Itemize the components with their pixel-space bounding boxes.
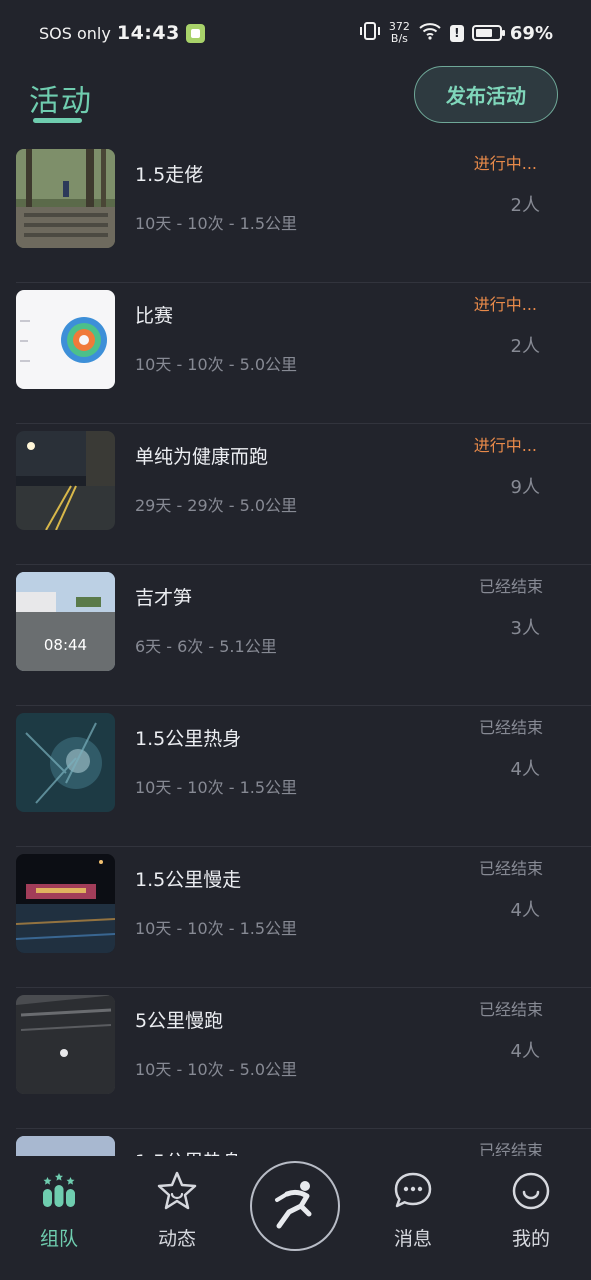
activity-status: 已经结束 xyxy=(478,718,543,737)
activity-thumbnail: 08:44 xyxy=(16,572,115,671)
activity-item[interactable]: 5公里慢跑 10天 - 10次 - 5.0公里 已经结束 4人 xyxy=(0,988,591,1129)
status-bar: SOS only 14:43 372 B/s ! 69% xyxy=(0,0,591,66)
activity-status: 已经结束 xyxy=(478,1141,543,1156)
activity-thumbnail xyxy=(16,149,115,248)
activity-status: 进行中... xyxy=(473,154,537,173)
activity-thumbnail xyxy=(16,713,115,812)
activity-title: 吉才笋 xyxy=(135,587,193,609)
activity-participants: 4人 xyxy=(510,759,540,780)
activity-meta: 10天 - 10次 - 1.5公里 xyxy=(135,778,298,797)
activity-participants: 9人 xyxy=(510,477,540,498)
activity-title: 1.5公里热身 xyxy=(135,728,242,750)
net-speed-unit: B/s xyxy=(390,32,408,45)
clock: 14:43 xyxy=(116,22,180,44)
battery-icon xyxy=(471,25,505,41)
activity-title: 1.5公里热身 xyxy=(135,1147,241,1156)
alert-icon: ! xyxy=(449,24,464,42)
nav-item-messages[interactable]: 消息 xyxy=(373,1170,453,1251)
activity-title: 单纯为健康而跑 xyxy=(135,446,269,468)
activity-thumbnail xyxy=(16,995,115,1094)
start-run-button[interactable] xyxy=(250,1161,340,1251)
activity-meta: 10天 - 10次 - 1.5公里 xyxy=(135,214,298,233)
activity-participants: 4人 xyxy=(510,900,540,921)
page-title[interactable]: 活动 xyxy=(29,76,93,120)
header: 活动 发布活动 xyxy=(0,66,591,142)
activity-title: 1.5公里慢走 xyxy=(135,869,242,891)
smiley-icon xyxy=(491,1170,571,1212)
activity-status: 进行中... xyxy=(473,295,537,314)
carrier-text: SOS only xyxy=(39,23,111,43)
chat-bubble-icon xyxy=(373,1170,453,1212)
activity-title: 5公里慢跑 xyxy=(135,1010,224,1032)
activity-item[interactable]: 1.5公里热身 10天 - 10次 - 1.5公里 已经结束 4人 xyxy=(0,706,591,847)
app-notification-icon xyxy=(185,23,205,43)
activity-title: 比赛 xyxy=(135,305,174,327)
activity-title: 1.5走佬 xyxy=(135,164,204,186)
team-icon xyxy=(19,1170,99,1212)
activity-status: 已经结束 xyxy=(478,859,543,878)
battery-percent: 69% xyxy=(509,22,553,44)
activity-thumbnail xyxy=(16,1136,115,1156)
activity-list[interactable]: 1.5走佬 10天 - 10次 - 1.5公里 进行中... 2人 比赛 10天… xyxy=(0,142,591,1156)
bottom-nav: 组队 动态 消息 我的 xyxy=(0,1156,591,1280)
activity-item[interactable]: 1.5走佬 10天 - 10次 - 1.5公里 进行中... 2人 xyxy=(0,142,591,283)
activity-status: 已经结束 xyxy=(478,577,543,596)
nav-item-me[interactable]: 我的 xyxy=(491,1170,571,1251)
vibrate-icon xyxy=(359,21,381,45)
activity-item[interactable]: 08:44 吉才笋 6天 - 6次 - 5.1公里 已经结束 3人 xyxy=(0,565,591,706)
activity-thumbnail xyxy=(16,290,115,389)
activity-participants: 2人 xyxy=(510,195,540,216)
activity-participants: 3人 xyxy=(510,618,540,639)
star-icon xyxy=(137,1170,217,1212)
activity-item[interactable]: 1.5公里慢走 10天 - 10次 - 1.5公里 已经结束 4人 xyxy=(0,847,591,988)
thumb-time-text: 08:44 xyxy=(44,636,87,654)
activity-item[interactable]: 比赛 10天 - 10次 - 5.0公里 进行中... 2人 xyxy=(0,283,591,424)
nav-label: 组队 xyxy=(39,1228,78,1250)
publish-activity-button[interactable]: 发布活动 xyxy=(414,66,558,123)
activity-participants: 2人 xyxy=(510,336,540,357)
wifi-icon xyxy=(418,22,442,44)
activity-meta: 10天 - 10次 - 5.0公里 xyxy=(135,355,298,374)
activity-meta: 10天 - 10次 - 5.0公里 xyxy=(135,1060,298,1079)
nav-label: 我的 xyxy=(511,1228,550,1250)
runner-icon xyxy=(267,1176,323,1236)
activity-meta: 29天 - 29次 - 5.0公里 xyxy=(135,496,298,515)
activity-status: 已经结束 xyxy=(478,1000,543,1019)
activity-item[interactable]: 单纯为健康而跑 29天 - 29次 - 5.0公里 进行中... 9人 xyxy=(0,424,591,565)
activity-meta: 6天 - 6次 - 5.1公里 xyxy=(135,637,277,656)
nav-label: 消息 xyxy=(393,1228,432,1250)
activity-thumbnail xyxy=(16,431,115,530)
activity-participants: 4人 xyxy=(510,1041,540,1062)
net-speed: 372 B/s xyxy=(389,21,410,45)
activity-thumbnail xyxy=(16,854,115,953)
activity-item[interactable]: 1.5公里热身 已经结束 xyxy=(0,1129,591,1156)
nav-item-team[interactable]: 组队 xyxy=(19,1170,99,1251)
nav-item-feed[interactable]: 动态 xyxy=(137,1170,217,1251)
activity-status: 进行中... xyxy=(473,436,537,455)
activity-meta: 10天 - 10次 - 1.5公里 xyxy=(135,919,298,938)
nav-label: 动态 xyxy=(157,1228,196,1250)
title-underline xyxy=(33,118,82,123)
